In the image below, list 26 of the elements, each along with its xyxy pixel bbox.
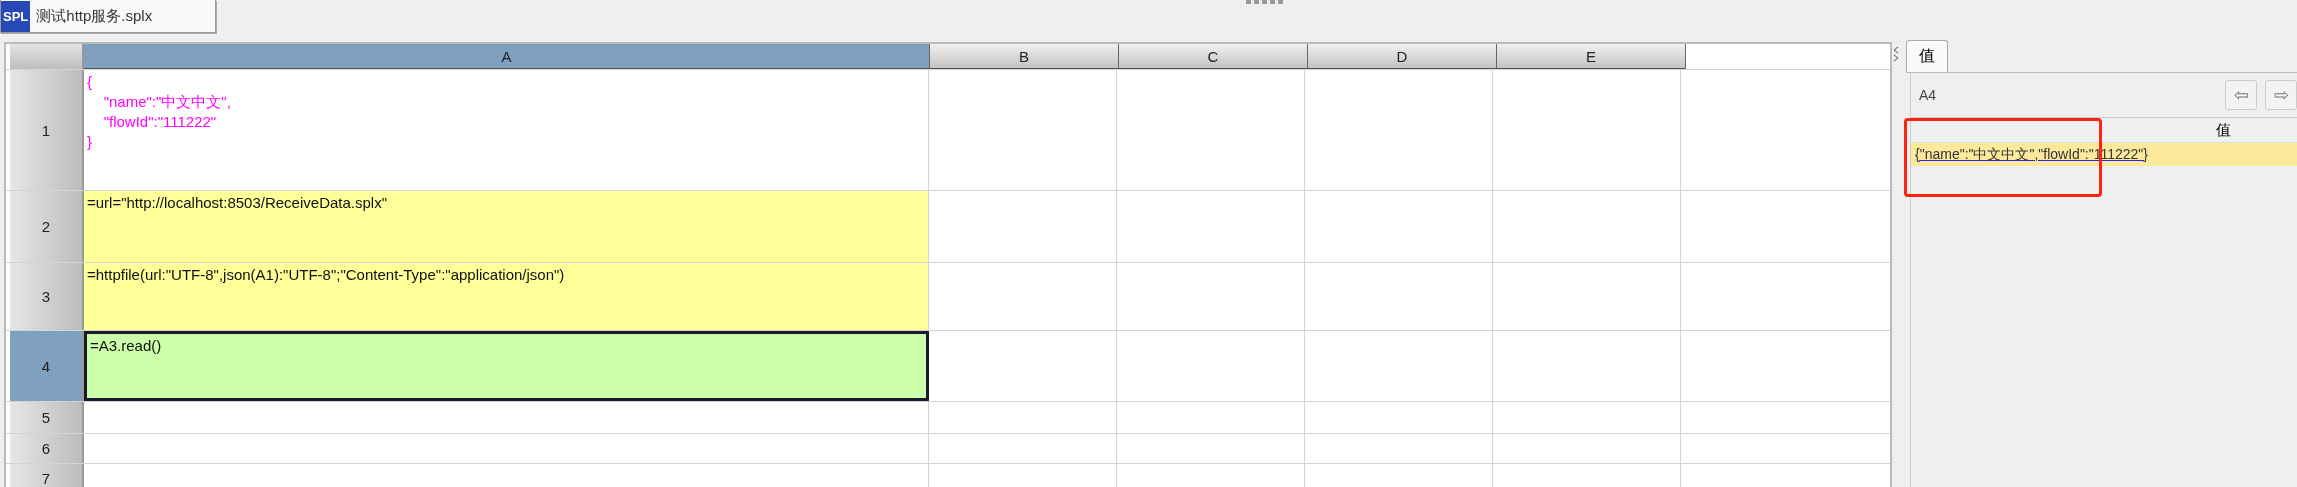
corner-header[interactable]	[10, 44, 84, 69]
panel-tab[interactable]: 值	[1906, 40, 1948, 72]
column-heading: 值	[2216, 120, 2231, 140]
cell-text: =A3.read()	[89, 336, 163, 356]
cell-text: =httpfile(url:"UTF-8",json(A1):"UTF-8";"Content-Type":"application/json")	[86, 265, 566, 285]
sheet-cell[interactable]: =httpfile(url:"UTF-8",json(A1):"UTF-8";"Content-Type":"application/json")	[84, 263, 929, 330]
column-header[interactable]: A	[84, 44, 930, 69]
cell-reference: A4	[1919, 87, 1937, 103]
file-icon: SPL	[1, 0, 31, 32]
row-header[interactable]: 1	[10, 70, 84, 190]
row-header[interactable]: 7	[10, 464, 84, 487]
sheet-cell[interactable]: =url="http://localhost:8503/ReceiveData.splx"	[84, 191, 929, 262]
column-header[interactable]: B	[930, 44, 1119, 69]
row-header[interactable]: 2	[10, 191, 84, 262]
splitter-handle[interactable]	[1246, 0, 1286, 4]
row-header[interactable]: 3	[10, 263, 84, 330]
cell-text: =url="http://localhost:8503/ReceiveData.splx"	[86, 193, 388, 213]
cell-text: { "name":"中文中文", "flowId":"111222" }	[86, 72, 232, 152]
sheet-cell[interactable]: =A3.read()	[84, 331, 929, 401]
column-header[interactable]: E	[1497, 44, 1686, 69]
file-tab[interactable]: SPL 测试http服务.splx	[0, 0, 216, 33]
column-header[interactable]: C	[1119, 44, 1308, 69]
row-header[interactable]: 6	[10, 434, 84, 463]
column-header[interactable]: D	[1308, 44, 1497, 69]
row-header[interactable]: 5	[10, 402, 84, 433]
row-header[interactable]: 4	[10, 331, 84, 401]
